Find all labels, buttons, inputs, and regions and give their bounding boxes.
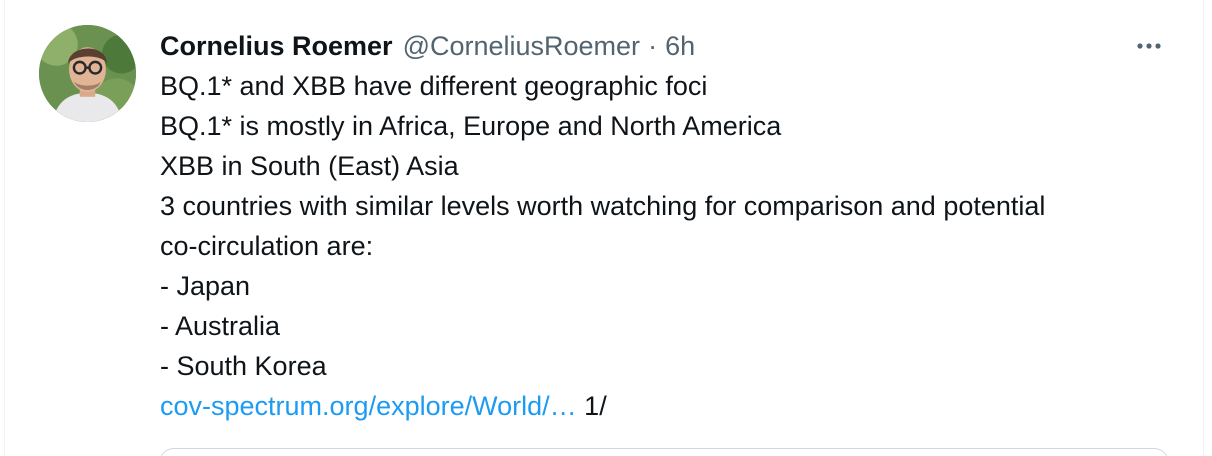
author-display-name[interactable]: Cornelius Roemer <box>160 26 393 66</box>
tweet-content: Cornelius Roemer @CorneliusRoemer · 6h B… <box>160 26 1167 426</box>
separator-dot: · <box>648 31 658 61</box>
tweet-text-line: - Australia <box>160 311 281 341</box>
tweet-header: Cornelius Roemer @CorneliusRoemer · 6h <box>160 26 1167 66</box>
tweet-text-line: BQ.1* and XBB have different geographic … <box>160 71 708 101</box>
link-preview-card[interactable] <box>159 448 1169 456</box>
tweet-text-line: BQ.1* is mostly in Africa, Europe and No… <box>160 111 782 141</box>
tweet-text: BQ.1* and XBB have different geographic … <box>160 66 1167 426</box>
tweet-text-line: co-circulation are: <box>160 231 374 261</box>
tweet-card[interactable]: Cornelius Roemer @CorneliusRoemer · 6h B… <box>4 0 1204 456</box>
author-handle[interactable]: @CorneliusRoemer <box>403 26 641 66</box>
tweet-text-line: - South Korea <box>160 351 327 381</box>
more-horizontal-icon <box>1137 43 1161 49</box>
tweet-text-line: 3 countries with similar levels worth wa… <box>160 191 1046 221</box>
tweet-text-line: - Japan <box>160 271 251 301</box>
tweet-timestamp[interactable]: 6h <box>665 26 695 66</box>
external-link[interactable]: cov-spectrum.org/explore/World/… <box>160 391 577 421</box>
more-options-button[interactable] <box>1131 26 1167 66</box>
tweet-text-line: XBB in South (East) Asia <box>160 151 459 181</box>
profile-photo-icon <box>39 25 136 122</box>
tweet-link-line: cov-spectrum.org/explore/World/… 1/ <box>160 386 1167 426</box>
thread-marker: 1/ <box>584 391 607 421</box>
avatar[interactable] <box>39 25 136 122</box>
